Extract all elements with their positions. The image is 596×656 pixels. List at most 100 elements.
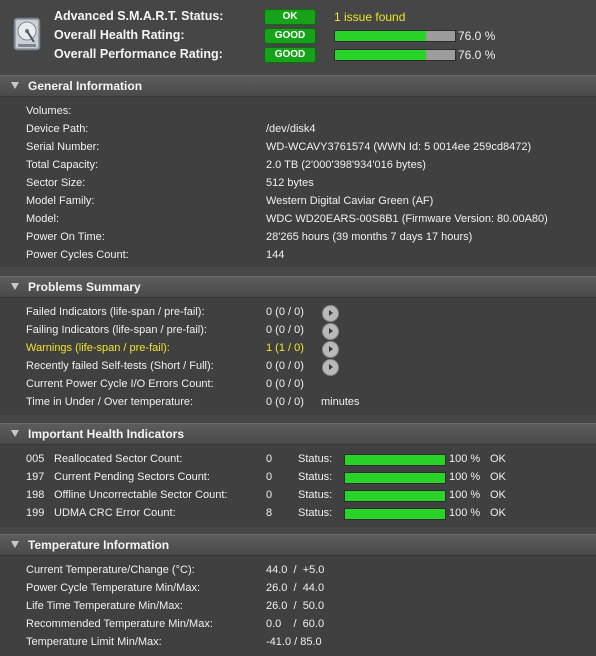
attribute-bar-fill [345,473,445,483]
temp-label: Temperature Limit Min/Max: [26,636,162,648]
problem-value: 0 (0 / 0) [266,396,304,408]
temperature-info-header[interactable]: Temperature Information [0,534,596,556]
info-value: 2.0 TB (2'000'398'934'016 bytes) [266,159,426,171]
info-label: Total Capacity: [26,159,99,171]
health-rating-label: Overall Health Rating: [54,28,185,42]
info-label: Volumes: [26,105,72,117]
health-rating-percent: 76.0 % [458,29,496,43]
attribute-id: 005 [26,453,45,465]
attribute-name: Offline Uncorrectable Sector Count: [54,489,228,501]
smart-summary: Advanced S.M.A.R.T. Status: OK 1 issue f… [0,0,596,68]
performance-rating-bar-fill [335,50,427,60]
temp-row-recommended: Recommended Temperature Min/Max: 0.0 / 6… [0,615,596,633]
health-indicators-title: Important Health Indicators [28,427,185,441]
attribute-state: OK [490,507,506,519]
temp-row-current: Current Temperature/Change (°C): 44.0 / … [0,561,596,579]
info-label: Power On Time: [26,231,105,243]
info-row-serial: Serial Number: WD-WCAVY3761574 (WWN Id: … [0,138,596,156]
disclosure-triangle-icon[interactable] [11,283,19,290]
info-row-sector-size: Sector Size: 512 bytes [0,174,596,192]
problem-label: Recently failed Self-tests (Short / Full… [26,360,214,372]
attribute-state: OK [490,489,506,501]
temp-value: 0.0 / 60.0 [266,618,325,630]
disclosure-triangle-icon[interactable] [11,541,19,548]
problems-summary-section: Failed Indicators (life-span / pre-fail)… [0,298,596,415]
issue-count[interactable]: 1 issue found [334,10,405,24]
temp-label: Power Cycle Temperature Min/Max: [26,582,201,594]
attribute-bar-fill [345,455,445,465]
attribute-bar [344,490,446,502]
info-label: Sector Size: [26,177,86,189]
info-value: 144 [266,249,285,261]
temperature-info-section: Current Temperature/Change (°C): 44.0 / … [0,556,596,656]
info-row-power-cycles: Power Cycles Count: 144 [0,246,596,264]
health-row-005: 005 Reallocated Sector Count: 0 Status: … [0,450,596,468]
temp-row-power-cycle: Power Cycle Temperature Min/Max: 26.0 / … [0,579,596,597]
attribute-state: OK [490,453,506,465]
general-info-title: General Information [28,79,143,93]
attribute-value: 0 [266,471,273,483]
arrow-right-circle-icon[interactable] [322,323,339,340]
attribute-bar-fill [345,491,445,501]
temp-label: Current Temperature/Change (°C): [26,564,195,576]
temp-row-limit: Temperature Limit Min/Max: -41.0 / 85.0 [0,633,596,651]
arrow-right-circle-icon[interactable] [322,341,339,358]
temp-value: 44.0 / +5.0 [266,564,325,576]
info-value: /dev/disk4 [266,123,316,135]
info-row-model-family: Model Family: Western Digital Caviar Gre… [0,192,596,210]
attribute-name: UDMA CRC Error Count: [54,507,176,519]
problem-label: Time in Under / Over temperature: [26,396,194,408]
arrow-right-circle-icon[interactable] [322,359,339,376]
general-info-section: Volumes: Device Path: /dev/disk4 Serial … [0,97,596,267]
problem-label: Current Power Cycle I/O Errors Count: [26,378,214,390]
problem-value: 0 (0 / 0) [266,378,304,390]
problems-summary-title: Problems Summary [28,280,141,294]
info-row-model: Model: WDC WD20EARS-00S8B1 (Firmware Ver… [0,210,596,228]
info-value: WDC WD20EARS-00S8B1 (Firmware Version: 8… [266,213,548,225]
hard-disk-icon [13,17,41,51]
status-label: Status: [298,471,333,483]
attribute-percent: 100 % [449,453,481,465]
problem-label: Failed Indicators (life-span / pre-fail)… [26,306,205,318]
smart-status-label: Advanced S.M.A.R.T. Status: [54,9,224,23]
health-indicators-header[interactable]: Important Health Indicators [0,423,596,445]
temp-value: 26.0 / 50.0 [266,600,325,612]
attribute-percent: 100 % [449,489,481,501]
temp-label: Recommended Temperature Min/Max: [26,618,213,630]
health-row-197: 197 Current Pending Sectors Count: 0 Sta… [0,468,596,486]
info-value: 28'265 hours (39 months 7 days 17 hours) [266,231,473,243]
arrow-right-circle-icon[interactable] [322,305,339,322]
attribute-name: Reallocated Sector Count: [54,453,183,465]
info-value: 512 bytes [266,177,314,189]
health-row-199: 199 UDMA CRC Error Count: 8 Status: 100 … [0,504,596,522]
info-value: Western Digital Caviar Green (AF) [266,195,434,207]
disclosure-triangle-icon[interactable] [11,82,19,89]
disclosure-triangle-icon[interactable] [11,430,19,437]
temp-value: -41.0 / 85.0 [266,636,322,648]
problem-value: 0 (0 / 0) [266,324,304,336]
attribute-bar [344,454,446,466]
temp-label: Life Time Temperature Min/Max: [26,600,183,612]
health-row-198: 198 Offline Uncorrectable Sector Count: … [0,486,596,504]
health-indicators-section: 005 Reallocated Sector Count: 0 Status: … [0,445,596,527]
info-row-device-path: Device Path: /dev/disk4 [0,120,596,138]
attribute-bar-fill [345,509,445,519]
attribute-percent: 100 % [449,507,481,519]
problem-row-self-tests: Recently failed Self-tests (Short / Full… [0,357,596,376]
performance-rating-bar [334,49,456,61]
attribute-id: 198 [26,489,45,501]
performance-rating-percent: 76.0 % [458,48,496,62]
problem-row-failing: Failing Indicators (life-span / pre-fail… [0,321,596,340]
attribute-value: 0 [266,489,273,501]
problem-row-temperature-time: Time in Under / Over temperature: 0 (0 /… [0,393,596,411]
problems-summary-header[interactable]: Problems Summary [0,276,596,298]
status-label: Status: [298,507,333,519]
general-info-header[interactable]: General Information [0,75,596,97]
problem-value: 0 (0 / 0) [266,360,304,372]
temp-row-lifetime: Life Time Temperature Min/Max: 26.0 / 50… [0,597,596,615]
info-row-volumes: Volumes: [0,102,596,120]
info-label: Serial Number: [26,141,100,153]
status-label: Status: [298,489,333,501]
health-rating-bar [334,30,456,42]
attribute-value: 8 [266,507,273,519]
